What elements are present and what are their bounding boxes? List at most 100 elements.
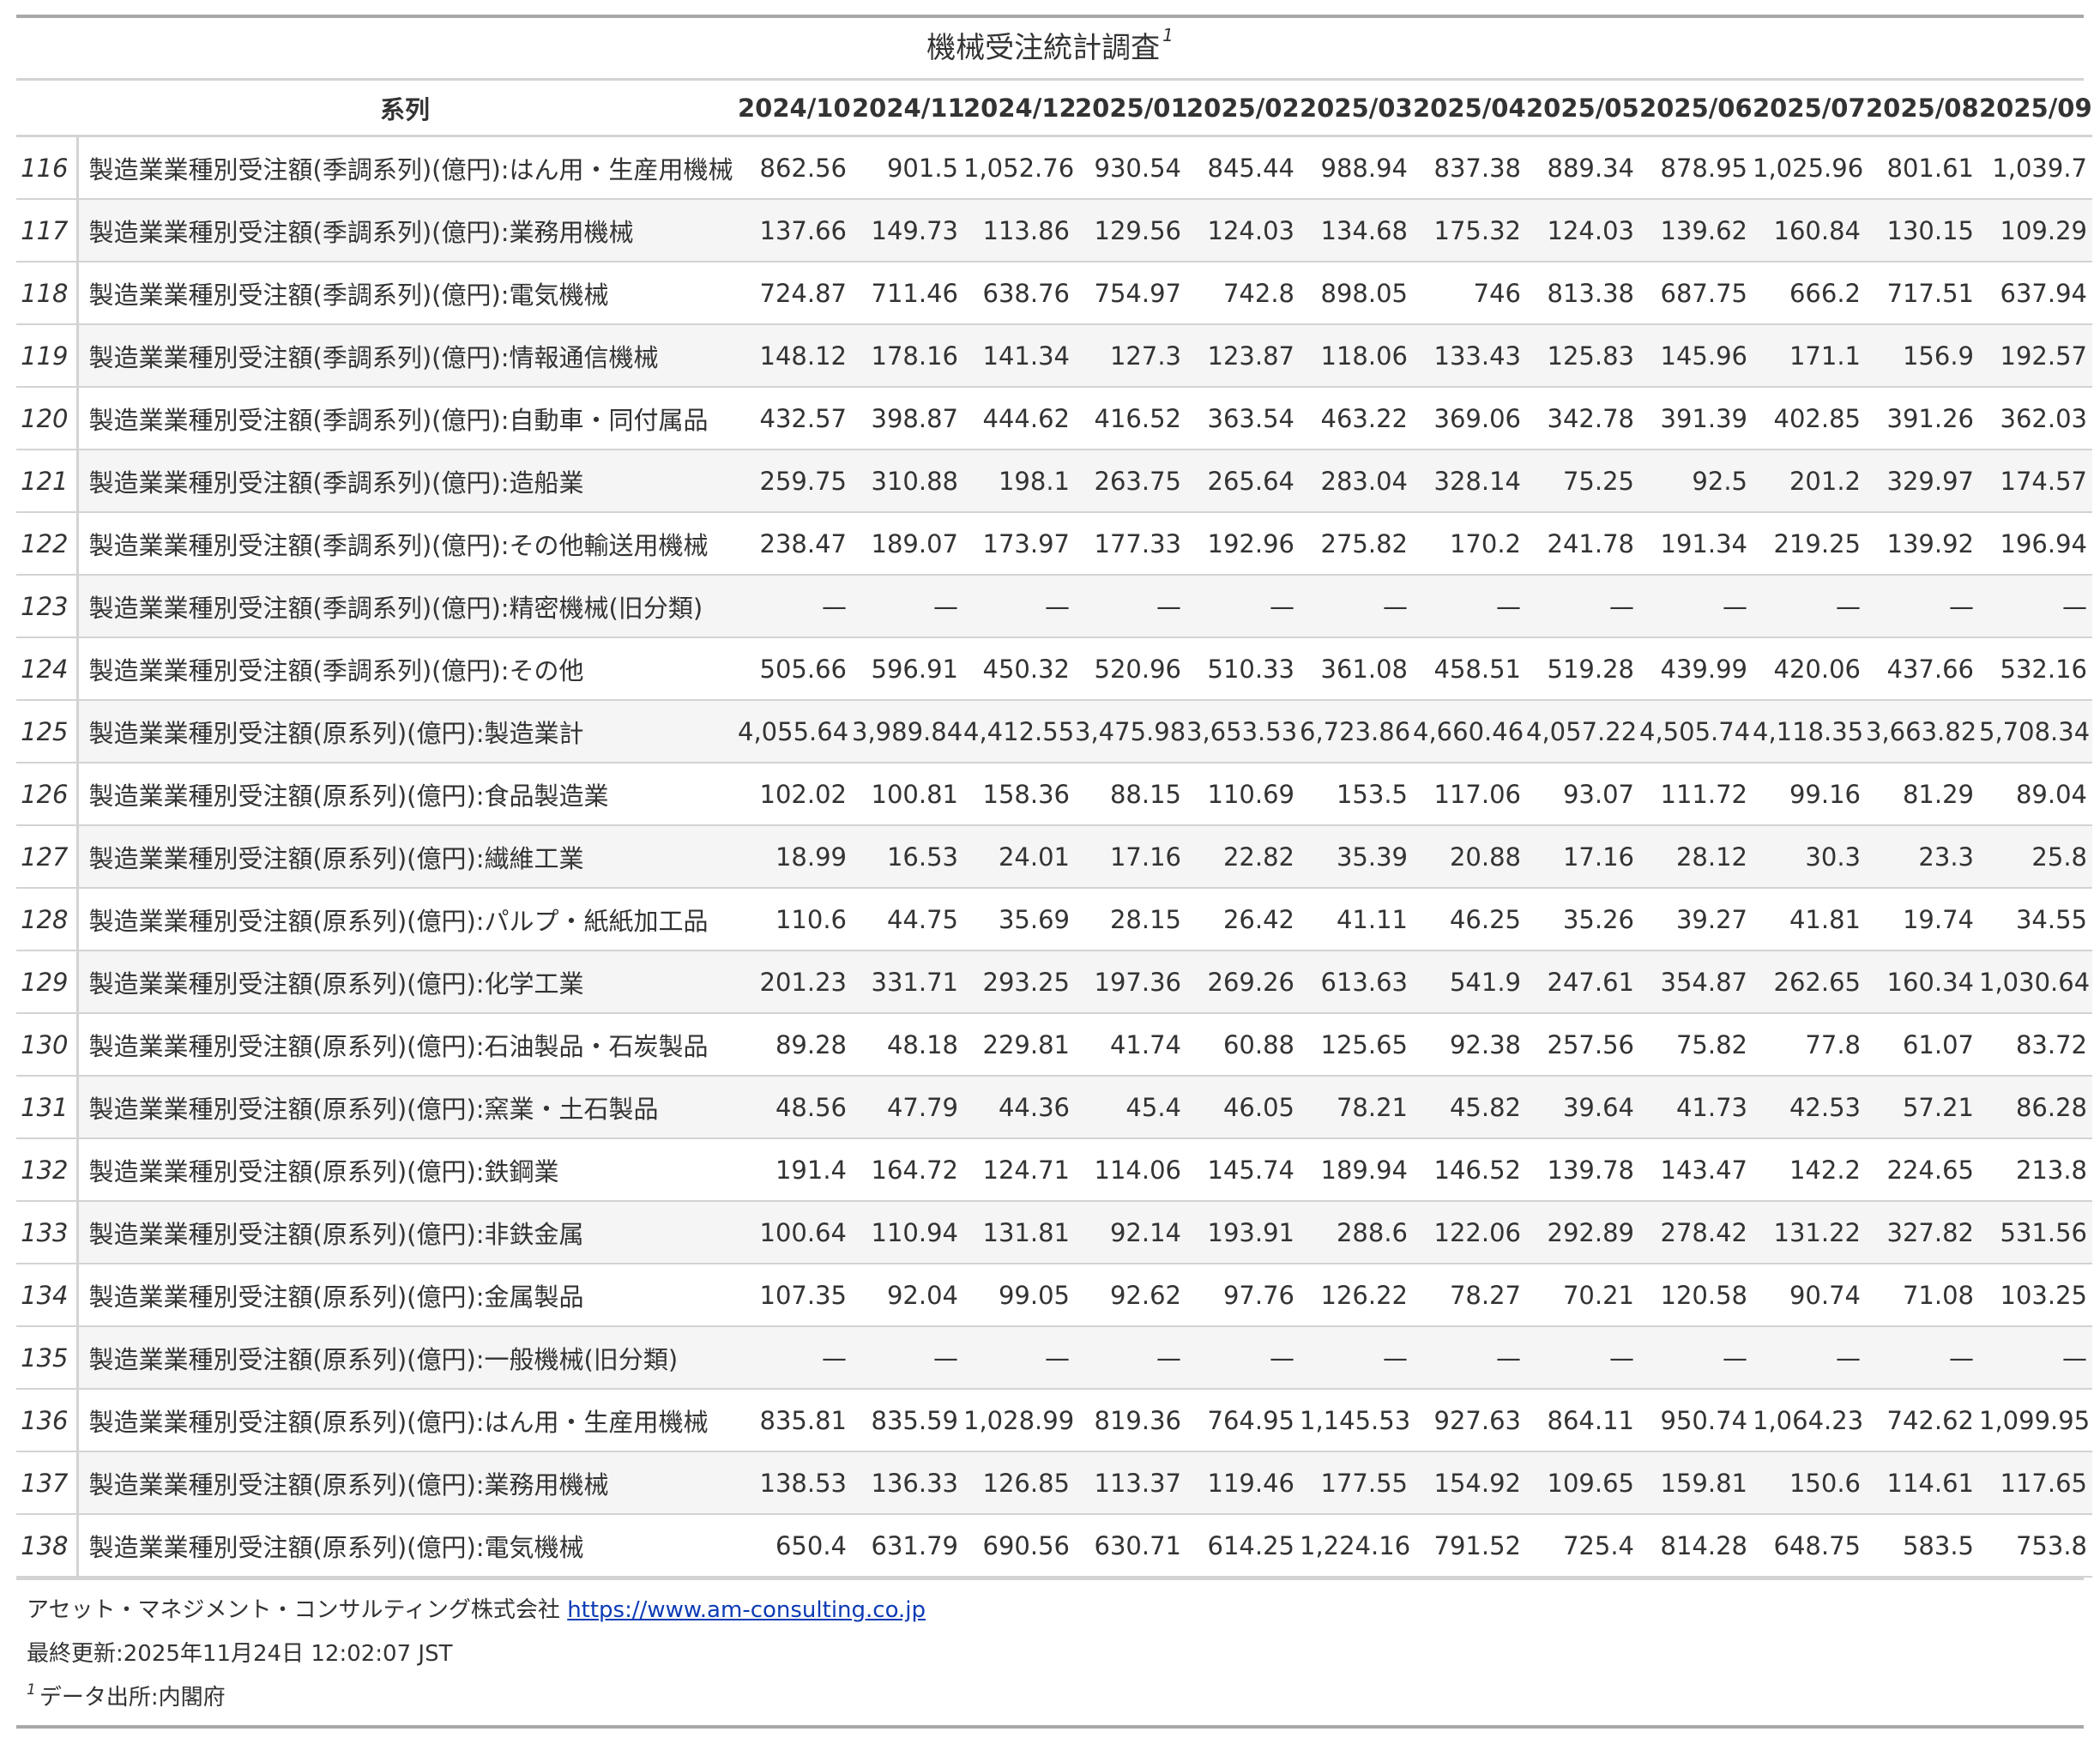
value-cell: 6,723.86 xyxy=(1300,700,1413,763)
value-cell: 241.78 xyxy=(1526,512,1639,576)
value-cell: — xyxy=(1300,575,1413,638)
company-link[interactable]: https://www.am-consulting.co.jp xyxy=(567,1597,926,1623)
table-row: 118 製造業業種別受注額(季調系列)(億円):電気機械 724.87 711.46 6… xyxy=(16,262,2092,325)
value-cell: 648.75 xyxy=(1753,1514,1866,1578)
value-cell: 819.36 xyxy=(1075,1389,1186,1452)
value-cell: 61.07 xyxy=(1866,1013,1979,1077)
end-rule xyxy=(16,1725,2084,1729)
value-cell: 791.52 xyxy=(1413,1514,1526,1578)
value-cell: 4,505.74 xyxy=(1639,700,1753,763)
value-cell: — xyxy=(1866,1326,1979,1390)
value-cell: 70.21 xyxy=(1526,1264,1639,1327)
data-table: 系列 2024/10 2024/11 2024/12 2025/01 2025/02 20… xyxy=(16,81,2092,1578)
table-row: 136 製造業業種別受注額(原系列)(億円):はん用・生産用機械 835.81 835… xyxy=(16,1389,2092,1452)
value-cell: 191.4 xyxy=(738,1138,852,1202)
value-cell: 39.27 xyxy=(1639,888,1753,951)
value-cell: 92.04 xyxy=(852,1264,963,1327)
value-cell: 189.07 xyxy=(852,512,963,576)
value-cell: 89.04 xyxy=(1979,763,2092,826)
value-cell: 275.82 xyxy=(1300,512,1413,576)
value-cell: 99.16 xyxy=(1753,763,1866,826)
value-cell: 42.53 xyxy=(1753,1076,1866,1139)
table-row: 133 製造業業種別受注額(原系列)(億円):非鉄金属 100.64 110.94 13… xyxy=(16,1201,2092,1264)
series-name: 製造業業種別受注額(季調系列)(億円):その他 xyxy=(77,637,738,701)
row-index: 131 xyxy=(16,1076,79,1139)
series-name: 製造業業種別受注額(原系列)(億円):繊維工業 xyxy=(77,825,738,889)
series-name: 製造業業種別受注額(原系列)(億円):はん用・生産用機械 xyxy=(77,1389,738,1452)
series-name: 製造業業種別受注額(原系列)(億円):パルプ・紙紙加工品 xyxy=(77,888,738,951)
value-cell: 1,030.64 xyxy=(1979,950,2092,1014)
value-cell: 156.9 xyxy=(1866,324,1979,388)
row-index: 127 xyxy=(16,825,79,889)
value-cell: 391.39 xyxy=(1639,387,1753,450)
header-month: 2025/05 xyxy=(1526,81,1639,137)
value-cell: 92.38 xyxy=(1413,1013,1526,1077)
footnote-mark: 1 xyxy=(27,1681,36,1699)
row-index: 130 xyxy=(16,1013,79,1077)
value-cell: 158.36 xyxy=(963,763,1075,826)
value-cell: 864.11 xyxy=(1526,1389,1639,1452)
value-cell: 117.06 xyxy=(1413,763,1526,826)
row-index: 137 xyxy=(16,1451,79,1515)
value-cell: 153.5 xyxy=(1300,763,1413,826)
table-row: 131 製造業業種別受注額(原系列)(億円):窯業・土石製品 48.56 47.79 4… xyxy=(16,1076,2092,1139)
value-cell: 613.63 xyxy=(1300,950,1413,1014)
row-index: 133 xyxy=(16,1201,79,1264)
value-cell: 111.72 xyxy=(1639,763,1753,826)
value-cell: 19.74 xyxy=(1866,888,1979,951)
table-row: 121 製造業業種別受注額(季調系列)(億円):造船業 259.75 310.88 19… xyxy=(16,450,2092,513)
value-cell: 505.66 xyxy=(738,637,852,701)
series-name: 製造業業種別受注額(原系列)(億円):金属製品 xyxy=(77,1264,738,1327)
value-cell: 48.18 xyxy=(852,1013,963,1077)
value-cell: 175.32 xyxy=(1413,199,1526,262)
table-row: 126 製造業業種別受注額(原系列)(億円):食品製造業 102.02 100.81 1… xyxy=(16,763,2092,826)
value-cell: 16.53 xyxy=(852,825,963,889)
value-cell: 86.28 xyxy=(1979,1076,2092,1139)
value-cell: 107.35 xyxy=(738,1264,852,1327)
value-cell: 78.21 xyxy=(1300,1076,1413,1139)
value-cell: 631.79 xyxy=(852,1514,963,1578)
value-cell: 173.97 xyxy=(963,512,1075,576)
row-index: 132 xyxy=(16,1138,79,1202)
table-row: 130 製造業業種別受注額(原系列)(億円):石油製品・石炭製品 89.28 48.1… xyxy=(16,1013,2092,1077)
value-cell: 3,663.82 xyxy=(1866,700,1979,763)
table-row: 129 製造業業種別受注額(原系列)(億円):化学工業 201.23 331.71 29… xyxy=(16,950,2092,1014)
value-cell: — xyxy=(1979,1326,2092,1390)
value-cell: 288.6 xyxy=(1300,1201,1413,1264)
value-cell: 100.64 xyxy=(738,1201,852,1264)
value-cell: 363.54 xyxy=(1186,387,1300,450)
series-name: 製造業業種別受注額(原系列)(億円):電気機械 xyxy=(77,1514,738,1578)
value-cell: 44.36 xyxy=(963,1076,1075,1139)
value-cell: — xyxy=(963,575,1075,638)
value-cell: 136.33 xyxy=(852,1451,963,1515)
value-cell: 141.34 xyxy=(963,324,1075,388)
header-month: 2025/04 xyxy=(1413,81,1526,137)
value-cell: 103.25 xyxy=(1979,1264,2092,1327)
value-cell: 354.87 xyxy=(1639,950,1753,1014)
value-cell: 437.66 xyxy=(1866,637,1979,701)
value-cell: 901.5 xyxy=(852,136,963,200)
value-cell: 898.05 xyxy=(1300,262,1413,325)
value-cell: 110.94 xyxy=(852,1201,963,1264)
row-index: 120 xyxy=(16,387,79,450)
series-name: 製造業業種別受注額(季調系列)(億円):自動車・同付属品 xyxy=(77,387,738,450)
value-cell: 125.83 xyxy=(1526,324,1639,388)
value-cell: 742.8 xyxy=(1186,262,1300,325)
value-cell: 742.62 xyxy=(1866,1389,1979,1452)
value-cell: 1,025.96 xyxy=(1753,136,1866,200)
row-index: 125 xyxy=(16,700,79,763)
value-cell: 171.1 xyxy=(1753,324,1866,388)
value-cell: 41.73 xyxy=(1639,1076,1753,1139)
value-cell: 196.94 xyxy=(1979,512,2092,576)
value-cell: 814.28 xyxy=(1639,1514,1753,1578)
value-cell: 3,989.84 xyxy=(852,700,963,763)
value-cell: 450.32 xyxy=(963,637,1075,701)
value-cell: 835.81 xyxy=(738,1389,852,1452)
value-cell: 4,057.22 xyxy=(1526,700,1639,763)
value-cell: 269.26 xyxy=(1186,950,1300,1014)
value-cell: 329.97 xyxy=(1866,450,1979,513)
value-cell: 444.62 xyxy=(963,387,1075,450)
value-cell: 262.65 xyxy=(1753,950,1866,1014)
value-cell: 146.52 xyxy=(1413,1138,1526,1202)
value-cell: 102.02 xyxy=(738,763,852,826)
